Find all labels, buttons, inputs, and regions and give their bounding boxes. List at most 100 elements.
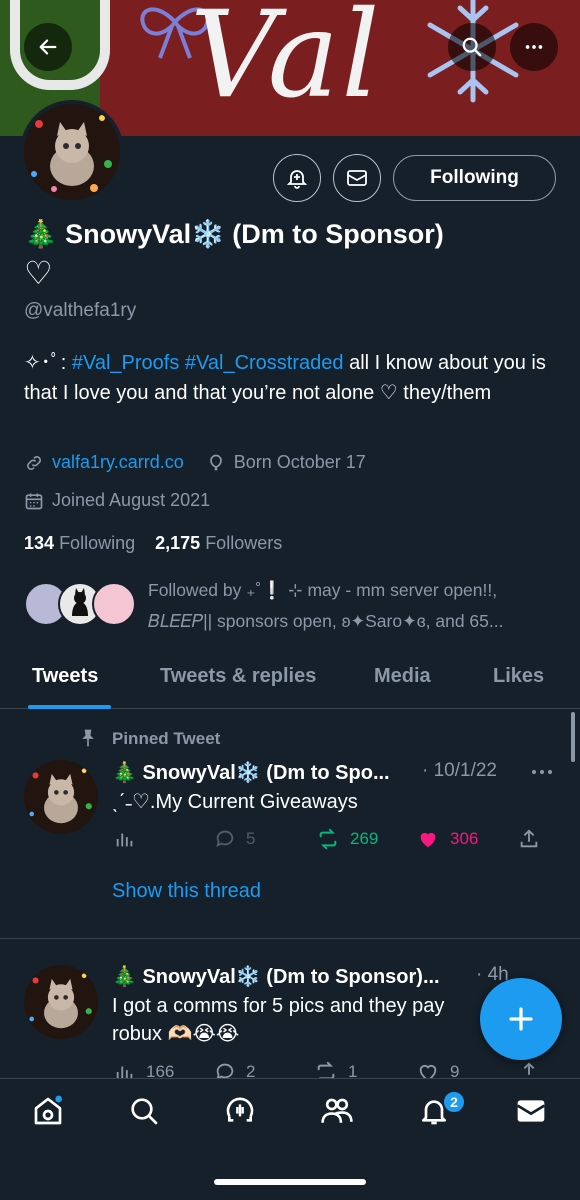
tweet-avatar[interactable] <box>24 965 98 1039</box>
reply-count: 5 <box>246 829 256 848</box>
share-icon <box>520 829 538 848</box>
retweet-count: 1 <box>348 1062 358 1079</box>
balloon-icon <box>209 454 222 470</box>
following-count: 134 <box>24 533 55 553</box>
banner-word: Val <box>190 0 382 125</box>
followed-by-text[interactable]: Followed by ₊˚❕ ⊹ may - mm server open!!… <box>148 575 558 637</box>
back-button[interactable] <box>24 23 72 71</box>
following-label: Following <box>59 533 136 553</box>
nav-communities[interactable] <box>320 1095 354 1127</box>
profile-stats: 134 Following 2,175 Followers <box>24 533 282 554</box>
profile-name: 🎄 SnowyVal❄️ (Dm to Sponsor) <box>24 219 444 249</box>
nav-search[interactable] <box>128 1095 160 1127</box>
view-count: 166 <box>146 1062 175 1079</box>
like-button[interactable]: 306 <box>416 828 478 850</box>
followed-by-avatars[interactable] <box>24 582 136 632</box>
like-count: 9 <box>450 1062 460 1079</box>
retweet-count: 269 <box>350 829 379 848</box>
followers-stat[interactable]: 2,175 Followers <box>155 533 282 553</box>
follower-avatar <box>92 582 136 626</box>
retweet-icon <box>319 828 337 850</box>
pinned-label: Pinned Tweet <box>112 729 221 748</box>
profile-tabs: Tweets Tweets & replies Media Likes <box>0 655 580 709</box>
calendar-icon <box>25 493 43 509</box>
analytics-icon <box>116 833 133 847</box>
analytics-button[interactable] <box>114 828 136 850</box>
spaces-icon <box>226 1097 254 1122</box>
followers-count: 2,175 <box>155 533 201 553</box>
more-options-button[interactable] <box>510 23 558 71</box>
nav-home[interactable] <box>32 1095 64 1127</box>
tweet-author[interactable]: 🎄 SnowyVal❄️ (Dm to Spo... <box>112 760 390 785</box>
profile-link[interactable]: valfa1ry.carrd.co <box>52 452 184 473</box>
notifications-badge: 2 <box>442 1090 466 1114</box>
search-icon <box>462 37 482 57</box>
cat-avatar-image <box>24 965 98 1039</box>
heart-icon <box>419 1065 437 1079</box>
profile-avatar[interactable] <box>20 100 124 204</box>
analytics-icon <box>116 1066 133 1079</box>
profile-bio: ✧･ﾟ: #Val_Proofs #Val_Crosstraded all I … <box>24 348 554 408</box>
reply-button[interactable]: 2 <box>214 1061 255 1079</box>
profile-birthday: Born October 17 <box>233 452 366 472</box>
tweet-text: ˎˊ˗♡.My Current Giveaways <box>112 791 358 813</box>
retweet-button[interactable]: 1 <box>314 1061 357 1079</box>
tweet-date: · 10/1/22 <box>422 760 497 781</box>
envelope-icon <box>347 170 367 186</box>
tab-tweets-replies[interactable]: Tweets & replies <box>160 665 316 688</box>
like-button[interactable]: 9 <box>416 1061 459 1079</box>
home-icon <box>34 1095 62 1125</box>
like-count: 306 <box>450 829 479 848</box>
home-indicator <box>214 1179 366 1185</box>
profile-handle: @valthefa1ry <box>24 300 137 321</box>
plus-icon <box>509 1007 533 1031</box>
share-button[interactable] <box>518 828 540 850</box>
cat-avatar-image <box>24 760 98 834</box>
show-thread-link[interactable]: Show this thread <box>112 880 261 903</box>
envelope-icon <box>516 1100 546 1122</box>
tab-likes[interactable]: Likes <box>493 665 544 688</box>
tweet-pinned[interactable]: Pinned Tweet 🎄 SnowyVal❄️ (Dm to Spo... … <box>0 710 580 938</box>
tweet-avatar[interactable] <box>24 760 98 834</box>
profile-name-heart: ♡ <box>24 255 53 291</box>
reply-count: 2 <box>246 1062 256 1079</box>
pin-icon <box>82 729 94 747</box>
following-stat[interactable]: 134 Following <box>24 533 135 553</box>
tweet-author[interactable]: 🎄 SnowyVal❄️ (Dm to Sponsor)... <box>112 964 440 989</box>
share-button[interactable] <box>518 1061 540 1079</box>
reply-button[interactable]: 5 <box>214 828 255 850</box>
active-tab-indicator <box>28 705 111 709</box>
search-button[interactable] <box>448 23 496 71</box>
cat-avatar-image <box>24 104 120 200</box>
reply-icon <box>216 830 234 848</box>
nav-messages[interactable] <box>514 1095 548 1127</box>
followers-label: Followers <box>205 533 283 553</box>
profile-meta-row: valfa1ry.carrd.co Born October 17 <box>24 452 366 473</box>
tweet-more-icon[interactable] <box>530 768 554 776</box>
profile-joined: Joined August 2021 <box>52 490 211 510</box>
message-button[interactable] <box>333 154 381 202</box>
link-icon <box>27 455 41 470</box>
arrow-left-icon <box>39 39 57 55</box>
compose-tweet-button[interactable] <box>480 978 562 1060</box>
communities-icon <box>321 1098 353 1123</box>
share-icon <box>523 1062 535 1075</box>
bell-plus-icon <box>286 170 308 189</box>
bottom-navigation <box>0 1078 580 1200</box>
reply-icon <box>216 1063 234 1079</box>
heart-filled-icon <box>420 832 436 848</box>
notify-button[interactable] <box>273 154 321 202</box>
tab-media[interactable]: Media <box>374 665 431 688</box>
bio-prefix: ✧･ﾟ: <box>24 352 72 374</box>
retweet-button[interactable]: 269 <box>316 828 378 850</box>
analytics-button[interactable]: 166 <box>114 1061 174 1079</box>
tweet-text: I got a comms for 5 pics and they pay ro… <box>112 995 445 1045</box>
search-icon <box>131 1098 158 1125</box>
retweet-icon <box>317 1061 335 1079</box>
nav-spaces[interactable] <box>224 1095 256 1127</box>
profile-joined-row: Joined August 2021 <box>24 490 210 511</box>
tab-tweets[interactable]: Tweets <box>32 665 98 688</box>
following-button[interactable]: Following <box>393 155 556 201</box>
bio-hashtags[interactable]: #Val_Proofs #Val_Crosstraded <box>72 352 344 374</box>
more-icon <box>525 45 543 49</box>
